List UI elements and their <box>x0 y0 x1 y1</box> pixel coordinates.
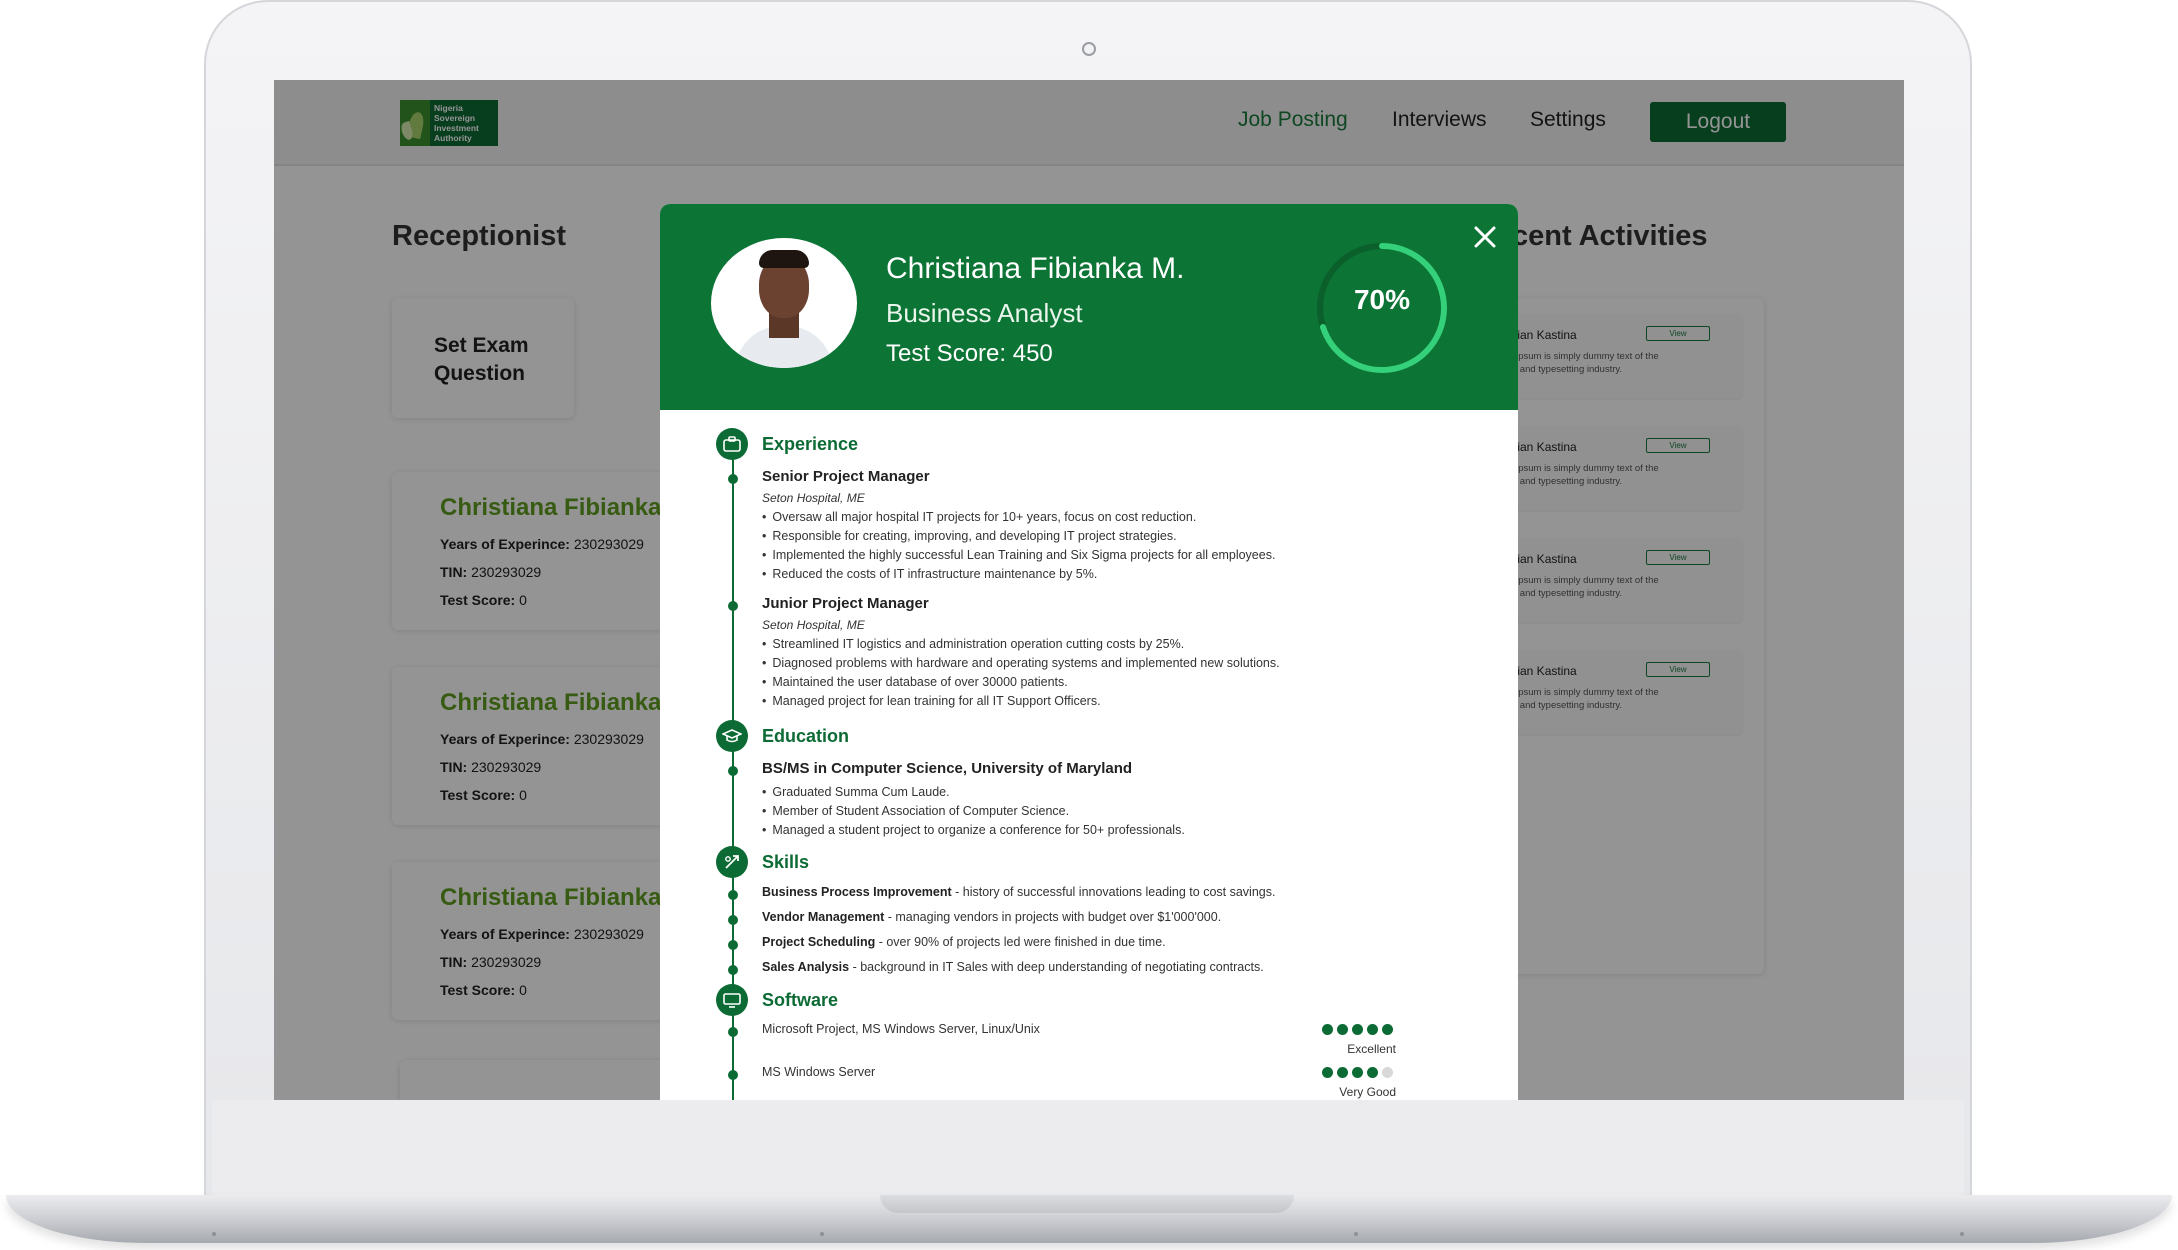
candidate-profile-modal: Christiana Fibianka M. Business Analyst … <box>660 204 1518 1100</box>
rating-dot <box>1367 1024 1378 1035</box>
education-bullet: Graduated Summa Cum Laude. <box>762 785 949 799</box>
rating-dot <box>1352 1024 1363 1035</box>
section-title-education: Education <box>762 726 850 746</box>
laptop-chin <box>212 1100 1964 1210</box>
candidate-full-name: Christiana Fibianka M. <box>886 252 1185 285</box>
skill-item: Project Scheduling - over 90% of project… <box>762 935 1166 949</box>
app-screen: Nigeria Sovereign Investment Authority J… <box>274 80 1904 1100</box>
timeline-dot <box>728 1070 738 1080</box>
job-bullet: Streamlined IT logistics and administrat… <box>762 637 1184 651</box>
job-bullet: Oversaw all major hospital IT projects f… <box>762 510 1196 524</box>
graduation-cap-icon <box>716 720 748 752</box>
degree-title: BS/MS in Computer Science, University of… <box>762 760 1133 777</box>
timeline-dot <box>728 474 738 484</box>
job-bullet: Diagnosed problems with hardware and ope… <box>762 656 1279 670</box>
job-bullet: Maintained the user database of over 300… <box>762 675 1067 689</box>
monitor-icon <box>716 984 748 1016</box>
timeline-dot <box>728 940 738 950</box>
skills-icon <box>716 846 748 878</box>
job-bullet: Implemented the highly successful Lean T… <box>762 548 1275 562</box>
laptop-foot <box>1354 1232 1358 1236</box>
rating-dot <box>1322 1067 1333 1078</box>
software-name: Microsoft Project, MS Windows Server, Li… <box>762 1022 1040 1036</box>
candidate-test-score: Test Score: 450 <box>886 340 1053 367</box>
timeline-dot <box>728 1027 738 1037</box>
timeline-dot <box>728 915 738 925</box>
software-rating <box>1322 1067 1393 1078</box>
education-bullet: Member of Student Association of Compute… <box>762 804 1069 818</box>
laptop-foot <box>212 1232 216 1236</box>
section-title-experience: Experience <box>762 434 859 454</box>
job-title: Senior Project Manager <box>762 468 930 485</box>
software-rating <box>1322 1024 1393 1035</box>
briefcase-icon <box>716 428 748 460</box>
score-progress-label: 70% <box>1353 284 1411 315</box>
job-bullet: Responsible for creating, improving, and… <box>762 529 1176 543</box>
resume-body: Experience Senior Project Manager Seton … <box>660 410 1518 1100</box>
rating-dot <box>1382 1067 1393 1078</box>
timeline-dot <box>728 601 738 611</box>
job-title: Junior Project Manager <box>762 595 929 612</box>
laptop-foot <box>820 1232 824 1236</box>
candidate-avatar <box>711 238 857 368</box>
skill-item: Vendor Management - managing vendors in … <box>762 910 1222 924</box>
job-place: Seton Hospital, ME <box>762 618 865 632</box>
job-bullet: Managed project for lean training for al… <box>762 694 1100 708</box>
rating-dot <box>1322 1024 1333 1035</box>
skill-item: Business Process Improvement - history o… <box>762 885 1276 899</box>
candidate-role: Business Analyst <box>886 298 1083 328</box>
software-name: MS Windows Server <box>762 1065 876 1079</box>
laptop-mockup: Nigeria Sovereign Investment Authority J… <box>0 0 2178 1250</box>
camera-icon <box>1082 42 1096 56</box>
software-rating-label: Excellent <box>1347 1042 1396 1056</box>
timeline-dot <box>728 890 738 900</box>
rating-dot <box>1337 1067 1348 1078</box>
timeline-dot <box>728 766 738 776</box>
job-bullet: Reduced the costs of IT infrastructure m… <box>762 567 1097 581</box>
rating-dot <box>1352 1067 1363 1078</box>
modal-header: Christiana Fibianka M. Business Analyst … <box>660 204 1518 410</box>
job-place: Seton Hospital, ME <box>762 491 865 505</box>
laptop-foot <box>1960 1232 1964 1236</box>
section-title-skills: Skills <box>762 852 810 872</box>
skill-item: Sales Analysis - background in IT Sales … <box>762 960 1264 974</box>
laptop-notch <box>880 1195 1294 1213</box>
education-bullet: Managed a student project to organize a … <box>762 823 1184 837</box>
software-rating-label: Very Good <box>1339 1085 1396 1099</box>
close-icon[interactable] <box>1468 220 1502 254</box>
timeline-dot <box>728 965 738 975</box>
rating-dot <box>1337 1024 1348 1035</box>
section-title-software: Software <box>762 990 839 1010</box>
rating-dot <box>1382 1024 1393 1035</box>
rating-dot <box>1367 1067 1378 1078</box>
